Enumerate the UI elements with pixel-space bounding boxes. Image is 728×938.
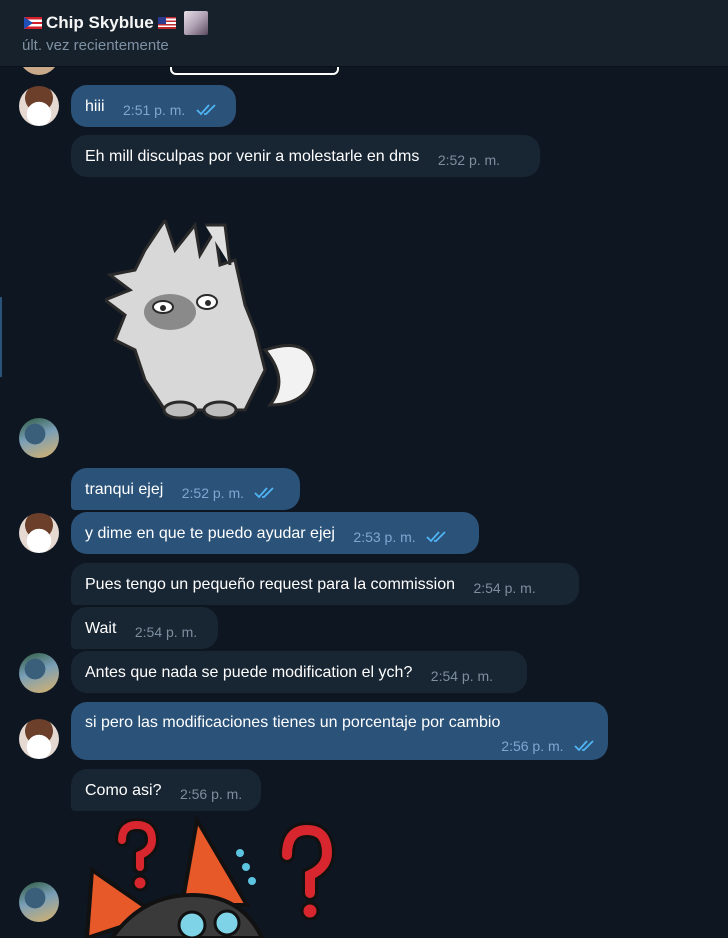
message-bubble[interactable]: Wait 2:54 p. m. xyxy=(71,607,218,649)
message-text: y dime en que te puedo ayudar ejej xyxy=(85,525,335,542)
scroll-indicator xyxy=(0,297,2,377)
chat-title[interactable]: Chip Skyblue xyxy=(24,11,208,35)
double-check-icon xyxy=(574,740,594,752)
message-bubble[interactable]: Pues tengo un pequeño request para la co… xyxy=(71,563,579,605)
message-time: 2:54 p. m. xyxy=(473,580,536,596)
message-text: hiii xyxy=(85,98,105,115)
message-text: si pero las modificaciones tienes un por… xyxy=(85,714,501,731)
message-text: Antes que nada se puede modification el … xyxy=(85,664,413,681)
puerto-rico-flag-icon xyxy=(24,17,42,29)
double-check-icon xyxy=(254,487,275,499)
message-bubble[interactable]: Antes que nada se puede modification el … xyxy=(71,651,527,693)
contact-avatar[interactable] xyxy=(19,882,59,922)
message-bubble[interactable]: tranqui ejej 2:52 p. m. xyxy=(71,468,300,510)
my-avatar[interactable] xyxy=(19,86,59,126)
title-emoji-avatar xyxy=(183,11,208,35)
message-time: 2:54 p. m. xyxy=(134,624,198,640)
my-avatar[interactable] xyxy=(19,513,59,553)
avatar[interactable] xyxy=(19,67,59,75)
message-time: 2:52 p. m. xyxy=(437,152,501,168)
contact-name: Chip Skyblue xyxy=(46,13,154,32)
us-flag-icon xyxy=(157,17,176,29)
chat-header[interactable]: Chip Skyblue últ. vez recientemente xyxy=(0,0,728,67)
gray-wolf-sticker[interactable] xyxy=(105,220,325,420)
message-bubble[interactable]: Eh mill disculpas por venir a molestarle… xyxy=(71,135,540,177)
message-text: Eh mill disculpas por venir a molestarle… xyxy=(85,148,420,165)
message-bubble[interactable]: y dime en que te puedo ayudar ejej 2:53 … xyxy=(71,512,479,554)
message-bubble[interactable]: si pero las modificaciones tienes un por… xyxy=(71,702,608,760)
message-time: 2:54 p. m. xyxy=(430,668,494,684)
double-check-icon xyxy=(426,531,446,543)
message-time: 2:51 p. m. xyxy=(123,102,186,118)
message-bubble[interactable]: hiii 2:51 p. m. xyxy=(71,85,236,127)
previous-image-message[interactable] xyxy=(170,67,339,75)
message-text: Como asi? xyxy=(85,782,162,799)
message-text: Pues tengo un pequeño request para la co… xyxy=(85,576,456,593)
contact-avatar[interactable] xyxy=(19,653,59,693)
message-time: 2:56 p. m. xyxy=(501,738,564,754)
last-seen-status: últ. vez recientemente xyxy=(22,37,169,54)
message-time: 2:56 p. m. xyxy=(179,786,243,802)
my-avatar[interactable] xyxy=(19,719,59,759)
message-meta: 2:56 p. m. xyxy=(85,738,596,756)
message-time: 2:53 p. m. xyxy=(353,529,416,545)
message-text: tranqui ejej xyxy=(85,481,164,498)
message-bubble[interactable]: Como asi? 2:56 p. m. xyxy=(71,769,261,811)
question-marks-fox-sticker[interactable] xyxy=(82,815,342,938)
message-text: Wait xyxy=(85,620,117,637)
contact-avatar[interactable] xyxy=(19,418,59,458)
message-time: 2:52 p. m. xyxy=(181,485,244,501)
double-check-icon xyxy=(196,104,216,116)
message-list[interactable]: hiii 2:51 p. m. Eh mill disculpas por ve… xyxy=(0,67,728,938)
